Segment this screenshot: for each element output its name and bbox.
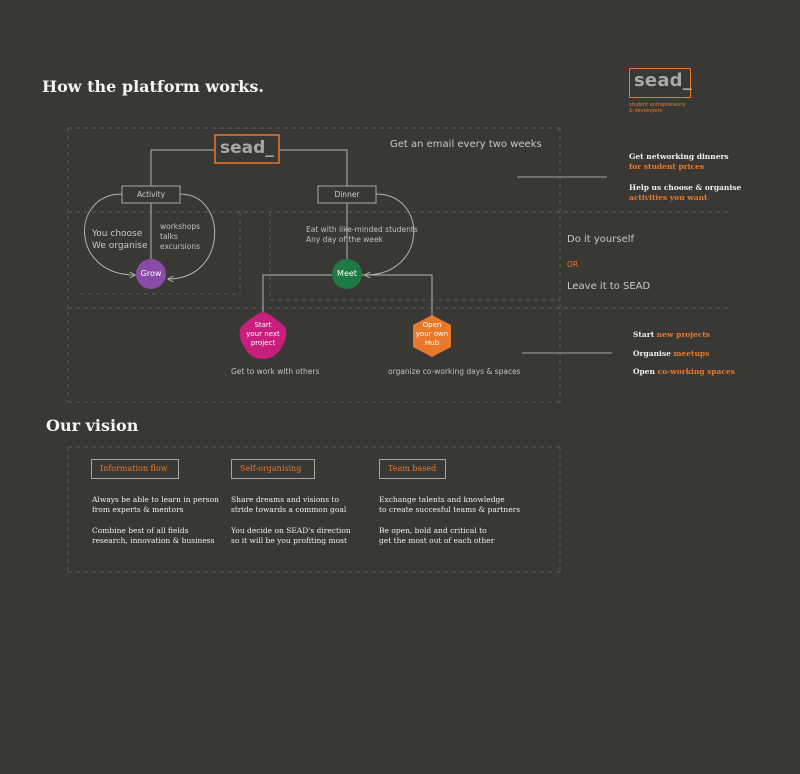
do-it-yourself-text: Do it yourself <box>567 234 635 245</box>
dinner-description: Eat with like-minded students Any day of… <box>306 225 418 245</box>
vision-col3-text: Exchange talents and knowledge to create… <box>379 495 520 546</box>
right-item-coworking-white: Open <box>633 367 658 376</box>
start-line2: your next <box>246 330 280 338</box>
right-item-projects: Start new projects <box>633 330 710 340</box>
activity-right-line1: workshops <box>160 222 201 231</box>
vision-col1-p2-line1: Combine best of all fields <box>92 526 189 535</box>
meet-label: Meet <box>337 269 357 278</box>
dinner-desc-line2: Any day of the week <box>306 235 383 244</box>
right-item-meetups-orange: meetups <box>673 349 710 358</box>
right-item-activities-white: Help us choose & organise <box>629 183 742 192</box>
right-item-activities-orange: activities you want <box>629 193 708 202</box>
start-line3: project <box>250 339 276 347</box>
open-hub-label: Open your own Hub <box>412 321 452 348</box>
activity-label: Activity <box>136 190 166 199</box>
vision-col2-p2-line1: You decide on SEAD's direction <box>231 526 351 535</box>
vision-col1-p1-line1: Always be able to learn in person <box>92 495 219 504</box>
vision-col2-p1-line1: Share dreams and visions to <box>231 495 339 504</box>
right-item-dinners: Get networking dinners for student price… <box>629 152 729 172</box>
right-item-projects-orange: new projects <box>656 330 711 339</box>
vision-col1-p1-line2: from experts & mentors <box>92 505 184 514</box>
activity-right-text: workshops talks excursions <box>160 222 200 252</box>
start-project-label: Start your next project <box>240 321 286 348</box>
right-item-dinners-orange: for student prices <box>629 162 705 171</box>
center-logo: sead_ <box>220 138 274 158</box>
vision-col3-p1-line1: Exchange talents and knowledge <box>379 495 505 504</box>
hub-caption: organize co-working days & spaces <box>388 367 521 376</box>
activity-left-text: You choose We organise <box>92 228 147 252</box>
grow-label: Grow <box>140 269 162 278</box>
leave-it-text: Leave it to SEAD <box>567 281 651 292</box>
start-line1: Start <box>254 321 272 329</box>
dinner-label: Dinner <box>334 190 360 199</box>
vision-col3-p2-line1: Be open, bold and critical to <box>379 526 487 535</box>
vision-heading-self-organising: Self-organising <box>231 459 315 479</box>
vision-col2-p1-line2: stride towards a common goal <box>231 505 347 514</box>
start-caption: Get to work with others <box>231 367 320 376</box>
vision-heading-team-based: Team based <box>379 459 446 479</box>
vision-heading-information-flow: Information flow <box>91 459 179 479</box>
hub-line1: Open <box>422 321 442 329</box>
activity-left-line1: You choose <box>92 229 143 239</box>
email-text: Get an email every two weeks <box>390 139 542 150</box>
or-text: OR <box>567 260 579 269</box>
dinner-desc-line1: Eat with like-minded students <box>306 225 418 234</box>
activity-left-line2: We organise <box>92 241 148 251</box>
platform-diagram <box>67 127 730 573</box>
vision-col1-text: Always be able to learn in person from e… <box>92 495 219 546</box>
right-item-meetups: Organise meetups <box>633 349 709 359</box>
vision-title: Our vision <box>46 416 139 435</box>
right-item-coworking-orange: co-working spaces <box>657 367 735 376</box>
activity-right-line3: excursions <box>160 242 200 251</box>
vision-col1-p2-line2: research, innovation & business <box>92 536 215 545</box>
right-item-projects-white: Start <box>633 330 657 339</box>
vision-col3-p2-line2: get the most out of each other <box>379 536 495 545</box>
right-item-coworking: Open co-working spaces <box>633 367 735 377</box>
right-item-dinners-white: Get networking dinners <box>629 152 729 161</box>
right-item-activities: Help us choose & organise activities you… <box>629 183 741 203</box>
vision-col2-text: Share dreams and visions to stride towar… <box>231 495 351 546</box>
right-item-meetups-white: Organise <box>633 349 674 358</box>
vision-col3-p1-line2: to create succesful teams & partners <box>379 505 521 514</box>
hub-line3: Hub <box>424 339 440 347</box>
activity-right-line2: talks <box>160 232 178 241</box>
vision-col2-p2-line2: so it will be you profiting most <box>231 536 347 545</box>
hub-line2: your own <box>415 330 449 338</box>
